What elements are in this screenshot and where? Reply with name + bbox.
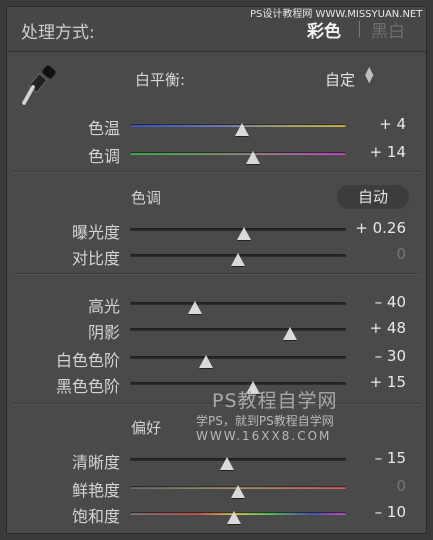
slider-row: 高光 – 40: [7, 291, 426, 317]
slider-thumb[interactable]: [226, 511, 241, 524]
site-watermark-top: PS设计教程网 WWW.MISSYUAN.NET: [250, 9, 423, 20]
slider-label: 白色色阶: [55, 351, 120, 370]
slider-label: 清晰度: [71, 453, 120, 472]
slider-track[interactable]: [130, 485, 346, 498]
slider-thumb[interactable]: [235, 123, 250, 136]
slider-label: 高光: [87, 297, 120, 316]
slider-thumb[interactable]: [220, 457, 235, 470]
slider-track[interactable]: [130, 123, 346, 136]
slider-track[interactable]: [130, 381, 346, 394]
slider-label: 曝光度: [71, 223, 120, 242]
slider-label: 鲜艳度: [71, 481, 120, 500]
slider-row: 鲜艳度 0: [7, 475, 426, 501]
slider-label: 饱和度: [71, 507, 120, 526]
watermark-title: PS教程自学网: [212, 390, 338, 412]
slider-label: 对比度: [71, 249, 120, 268]
eyedropper-icon[interactable]: [21, 65, 59, 109]
slider-value[interactable]: 0: [396, 245, 406, 263]
tone-section-label: 色调: [131, 189, 162, 207]
slider-track[interactable]: [130, 457, 346, 470]
slider-track[interactable]: [130, 355, 346, 368]
slider-value[interactable]: + 14: [370, 143, 406, 161]
slider-track[interactable]: [130, 253, 346, 266]
section-divider: [13, 171, 420, 173]
section-divider: [13, 273, 420, 275]
slider-label: 色温: [87, 119, 120, 138]
slider-thumb[interactable]: [246, 151, 261, 164]
slider-thumb[interactable]: [187, 301, 202, 314]
slider-label: 色调: [87, 147, 120, 166]
slider-track[interactable]: [130, 227, 346, 240]
slider-track[interactable]: [130, 301, 346, 314]
treatment-color-option[interactable]: 彩色: [307, 17, 341, 42]
white-balance-label: 白平衡:: [135, 71, 186, 89]
slider-value[interactable]: – 10: [375, 503, 406, 521]
slider-label: 阴影: [87, 323, 120, 342]
slider-value[interactable]: 0: [396, 477, 406, 495]
slider-thumb[interactable]: [237, 227, 252, 240]
slider-label: 黑色色阶: [55, 377, 120, 396]
slider-track[interactable]: [130, 327, 346, 340]
slider-row: 白色色阶 – 30: [7, 345, 426, 371]
treatment-bw-option[interactable]: 黑白: [371, 17, 405, 42]
slider-value[interactable]: + 15: [370, 373, 406, 391]
updown-arrow-icon[interactable]: ▲ ▼: [365, 65, 373, 84]
slider-thumb[interactable]: [282, 327, 297, 340]
slider-thumb[interactable]: [231, 253, 245, 266]
basic-adjustments-panel: 处理方式: 彩色 黑白 白平衡: 自定 ▲ ▼ 色温 + 4 色调 + 14 色调 自动…: [6, 6, 427, 534]
slider-row: 色调 + 14: [7, 141, 426, 167]
presence-section-label: 偏好: [131, 419, 162, 437]
slider-row: 饱和度 – 10: [7, 501, 426, 527]
slider-row: 色温 + 4: [7, 113, 426, 139]
treatment-separator: [359, 21, 360, 37]
slider-value[interactable]: – 30: [375, 347, 406, 365]
slider-row: 阴影 + 48: [7, 317, 426, 343]
slider-thumb[interactable]: [198, 355, 213, 368]
slider-row: 清晰度 – 15: [7, 447, 426, 473]
slider-track[interactable]: [130, 151, 346, 164]
slider-thumb[interactable]: [231, 485, 245, 498]
slider-value[interactable]: + 0.26: [355, 219, 406, 237]
slider-value[interactable]: + 4: [379, 115, 406, 133]
slider-row: 对比度 0: [7, 243, 426, 269]
treatment-label: 处理方式:: [21, 23, 95, 43]
slider-value[interactable]: – 15: [375, 449, 406, 467]
slider-value[interactable]: + 48: [370, 319, 406, 337]
slider-row: 曝光度 + 0.26: [7, 217, 426, 243]
white-balance-dropdown[interactable]: 自定: [325, 69, 355, 90]
slider-track[interactable]: [130, 511, 346, 524]
auto-tone-button[interactable]: 自动: [337, 185, 409, 209]
watermark-line2: WWW.16XX8.COM: [196, 429, 332, 443]
slider-value[interactable]: – 40: [375, 293, 406, 311]
watermark-line1: 学PS，就到PS教程自学网: [196, 414, 334, 428]
